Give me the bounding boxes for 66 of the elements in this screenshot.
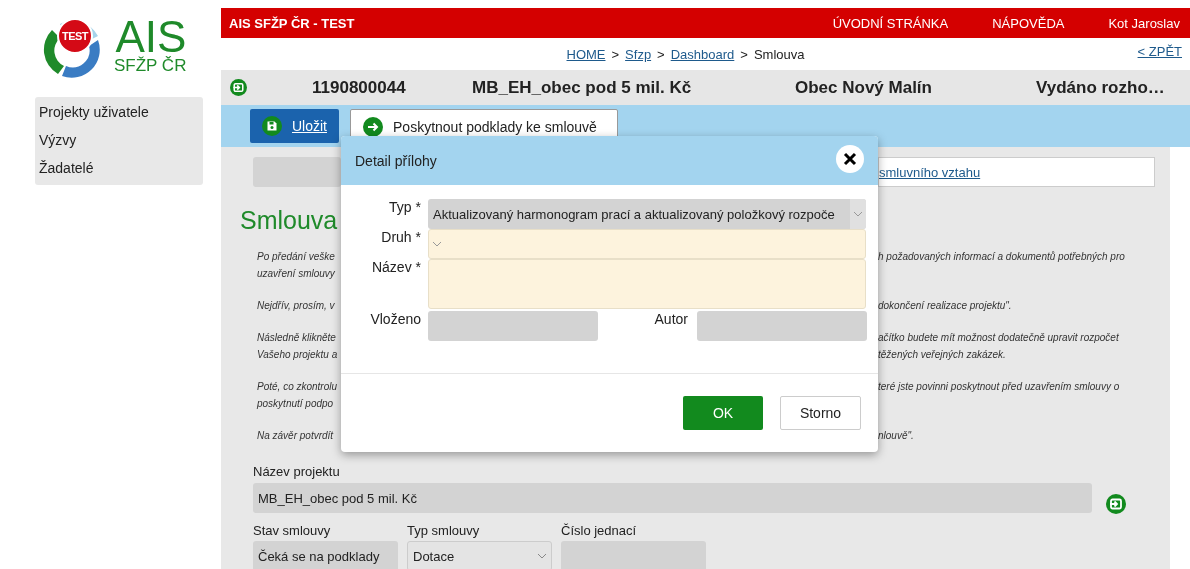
enter-icon[interactable] — [1106, 494, 1126, 514]
close-button[interactable] — [836, 144, 864, 173]
save-button[interactable]: Uložit — [250, 109, 339, 143]
paragraph-text: Na závěr potvrdít — [257, 429, 335, 443]
field-label: Vloženo — [369, 311, 422, 327]
sidebar-item[interactable]: Výzvy — [35, 126, 203, 154]
field-label: Typ * — [388, 199, 422, 215]
paragraph-text: Po předání veške — [257, 250, 336, 264]
app-title: AIS SFŽP ČR - TEST — [229, 15, 355, 31]
field-label: Stav smlouvy — [253, 523, 332, 538]
paragraph-text: Poté, co zkontrolu — [257, 380, 339, 394]
text-area[interactable] — [428, 259, 866, 309]
breadcrumb-separator: > — [657, 46, 665, 62]
logo-badge: TEST — [57, 18, 93, 54]
dialog-title: Detail přílohy — [355, 152, 437, 169]
field-label: Autor — [653, 311, 689, 327]
back-link[interactable]: < ZPĚT — [1137, 44, 1182, 59]
field-label: Název * — [370, 259, 422, 275]
paragraph-text: h požadovaných informací a dokumentů potřebných pro — [878, 250, 1126, 264]
paragraph-text: teré jste povinni poskytnout před uzavřením smlouvy o — [878, 380, 1121, 394]
breadcrumb-link[interactable]: Dashboard — [670, 46, 735, 62]
top-nav-link[interactable]: NÁPOVĚDA — [992, 15, 1065, 31]
paragraph-text: uzavření smlouvy — [257, 267, 336, 281]
breadcrumb-separator: > — [740, 46, 748, 62]
paragraph-text: nlouvě". — [878, 429, 915, 443]
record-number: 1190800044 — [312, 77, 407, 98]
close-icon — [843, 151, 857, 166]
paragraph-text: dokončení realizace projektu". — [878, 299, 1013, 313]
chevron-down-icon — [853, 211, 863, 217]
field-label: Druh * — [380, 229, 422, 245]
text-field[interactable]: Čeká se na podklady — [253, 541, 398, 569]
page-heading: Smlouva — [240, 206, 338, 234]
logo-title: AIS — [115, 16, 187, 57]
select-field[interactable]: Dotace — [407, 541, 552, 569]
logo-subtitle: SFŽP ČR — [114, 56, 187, 75]
breadcrumb-current: Smlouva — [753, 46, 805, 62]
paragraph-text: Následně klikněte — [257, 331, 337, 345]
top-nav-link[interactable]: Kot Jaroslav — [1108, 15, 1180, 31]
arrow-right-icon — [363, 117, 383, 137]
breadcrumb-link[interactable]: Sfzp — [625, 46, 652, 62]
record-applicant: Obec Nový Malín — [795, 77, 933, 98]
paragraph-text: těžených veřejných zakázek. — [878, 348, 1007, 362]
paragraph-text: Nejdřív, prosím, v — [257, 299, 336, 313]
paragraph-text: Vašeho projektu a — [257, 348, 339, 362]
cancel-button[interactable]: Storno — [780, 396, 861, 430]
breadcrumb-separator: > — [611, 46, 620, 62]
save-icon — [262, 116, 282, 136]
paragraph-text: ačítko budete mít možnost dodatečně upravit rozpočet — [878, 331, 1120, 345]
select-field[interactable] — [428, 229, 866, 259]
sidebar-item[interactable]: Žadatelé — [35, 154, 203, 182]
record-name: MB_EH_obec pod 5 mil. Kč — [472, 77, 693, 98]
project-name-field[interactable]: MB_EH_obec pod 5 mil. Kč — [253, 483, 1092, 513]
top-nav-link[interactable]: ÚVODNÍ STRÁNKA — [832, 15, 949, 31]
text-field[interactable] — [253, 157, 341, 187]
paragraph-text: poskytnutí podpo — [257, 397, 335, 411]
breadcrumb-link[interactable]: HOME — [566, 46, 606, 62]
field-label: Název projektu — [253, 464, 341, 479]
sidebar-item[interactable]: Projekty uživatele — [35, 98, 203, 126]
record-status: Vydáno rozho… — [1036, 77, 1165, 98]
chevron-down-icon — [537, 553, 547, 559]
chevron-down-icon — [432, 241, 442, 247]
enter-icon[interactable] — [230, 79, 247, 96]
document-link[interactable]: smluvního vztahu — [879, 164, 981, 180]
ok-button[interactable]: OK — [683, 396, 763, 430]
field-label: Typ smlouvy — [407, 523, 481, 538]
field-label: Číslo jednací — [561, 523, 638, 538]
